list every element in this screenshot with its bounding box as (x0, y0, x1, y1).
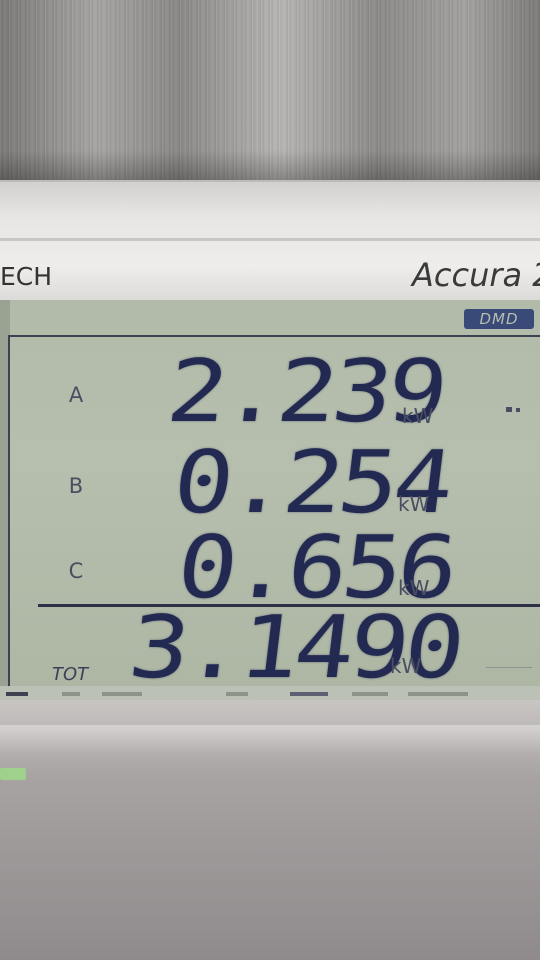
phase-a-label: A (68, 383, 84, 407)
indicator-mark (290, 692, 328, 696)
total-bargraph-icon (486, 667, 532, 668)
phase-b-unit: kW (398, 492, 430, 516)
phase-c-bargraph-icon (484, 580, 534, 590)
phase-c-label: C (68, 559, 84, 583)
brand-label: ECH (0, 262, 53, 291)
total-label: TOT (52, 664, 89, 685)
phase-a-bargraph-icon (506, 407, 520, 412)
indicator-mark (102, 692, 142, 696)
bezel-divider (0, 238, 540, 241)
phase-c-unit: kW (398, 576, 430, 600)
total-unit: kW (390, 654, 422, 678)
indicator-mark (408, 692, 468, 696)
indicator-mark (352, 692, 388, 696)
indicator-mark (226, 692, 248, 696)
phase-a-unit: kW (402, 404, 434, 428)
status-led (0, 768, 26, 780)
phase-b-label: B (68, 474, 84, 498)
housing-reflection (0, 725, 540, 755)
model-label: Accura 2 (412, 256, 540, 294)
dmd-badge: DMD (464, 309, 534, 329)
indicator-mark (62, 692, 80, 696)
phase-b-bargraph-icon (484, 496, 534, 506)
total-value: 3.1490 (123, 598, 466, 698)
indicator-mark (6, 692, 28, 696)
